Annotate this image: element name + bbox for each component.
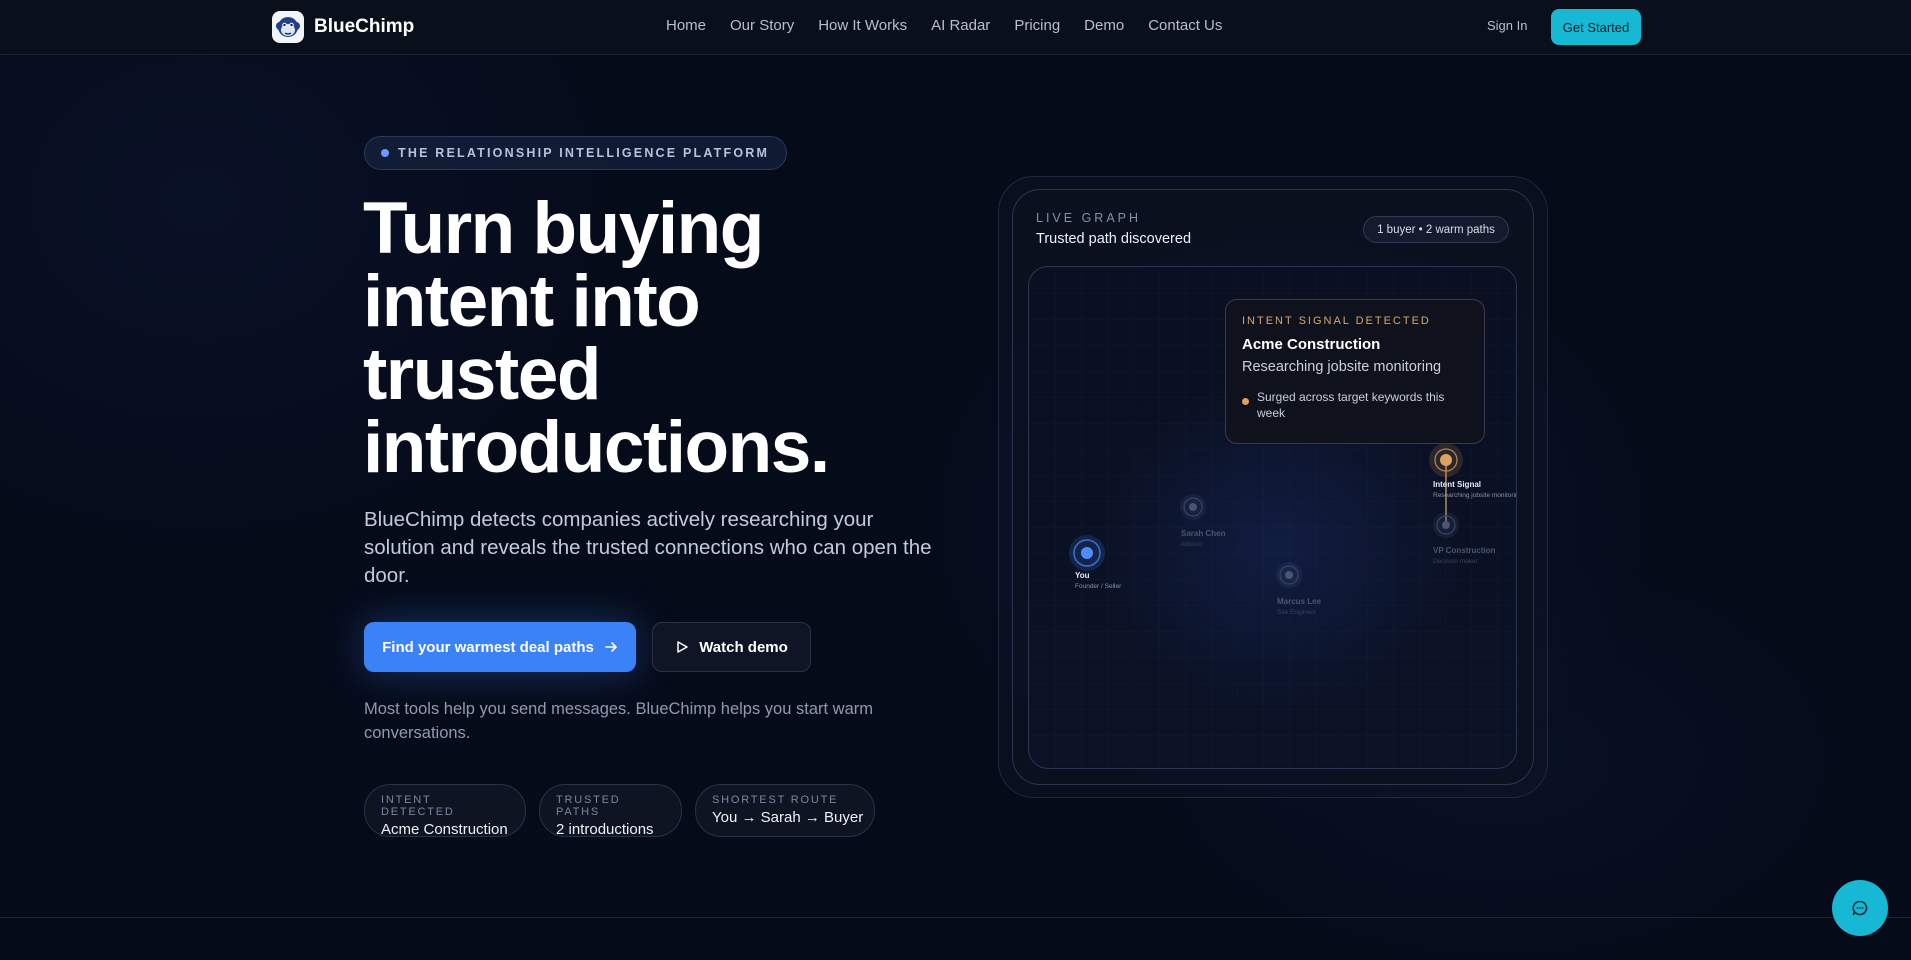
node-label-intent: Intent Signal xyxy=(1433,480,1481,489)
watch-demo-label: Watch demo xyxy=(699,638,788,656)
chat-bubble-icon xyxy=(1852,900,1868,916)
intent-description: Researching jobsite monitoring xyxy=(1242,359,1442,375)
play-icon xyxy=(677,641,688,653)
node-label-sarah: Sarah Chen xyxy=(1181,529,1226,538)
stat-chip-paths: TRUSTED PATHS 2 introductions xyxy=(539,784,682,838)
hero-tagline: Most tools help you send messages. BlueC… xyxy=(364,700,873,742)
sign-in-link[interactable]: Sign In xyxy=(1487,18,1527,33)
chip-label: TRUSTED PATHS xyxy=(556,794,621,818)
section-divider xyxy=(0,917,1911,918)
eyebrow-dot-icon xyxy=(381,149,389,157)
headline-line: introductions. xyxy=(363,407,830,488)
find-deal-paths-label: Find your warmest deal paths xyxy=(382,638,594,656)
eyebrow-text: THE RELATIONSHIP INTELLIGENCE PLATFORM xyxy=(398,146,770,160)
node-role-vp: Decision maker xyxy=(1433,558,1478,565)
intent-card-label: INTENT SIGNAL DETECTED xyxy=(1242,315,1431,327)
chip-label: INTENT DETECTED xyxy=(381,794,455,818)
chip-value: Acme Construction xyxy=(381,821,508,838)
node-label-marcus: Marcus Lee xyxy=(1277,597,1322,606)
nav-how-it-works[interactable]: How It Works xyxy=(818,17,907,34)
graph-summary-pill: 1 buyer • 2 warm paths xyxy=(1363,216,1509,243)
intent-note: Surged across target keywords this week xyxy=(1242,389,1468,421)
nav-our-story[interactable]: Our Story xyxy=(730,17,794,34)
nav-home[interactable]: Home xyxy=(666,17,706,34)
hero-subhead: BlueChimp detects companies actively res… xyxy=(364,508,932,587)
chip-value: You → Sarah → Buyer xyxy=(712,809,864,826)
chat-launcher-button[interactable] xyxy=(1832,880,1888,936)
stat-chip-route: SHORTEST ROUTE You → Sarah → Buyer xyxy=(695,784,875,837)
nav-pricing[interactable]: Pricing xyxy=(1014,17,1060,34)
node-role-you: Founder / Seller xyxy=(1075,583,1122,590)
brand-name: BlueChimp xyxy=(314,16,415,37)
graph-node-you[interactable] xyxy=(1069,535,1105,571)
intent-note-text: Surged across target keywords this week xyxy=(1257,390,1445,420)
graph-node-marcus[interactable] xyxy=(1276,562,1302,588)
node-label-vp: VP Construction xyxy=(1433,546,1496,555)
nav-ai-radar[interactable]: AI Radar xyxy=(931,17,990,34)
node-role-intent: Researching jobsite monitoring xyxy=(1433,492,1517,499)
graph-card-title: Trusted path discovered xyxy=(1036,231,1192,247)
background-glow xyxy=(0,0,1911,960)
chip-value: 2 introductions xyxy=(556,821,654,838)
node-label-you: You xyxy=(1075,571,1090,580)
intent-signal-card: INTENT SIGNAL DETECTED Acme Construction… xyxy=(1225,299,1485,444)
arrow-right-icon xyxy=(605,642,617,652)
node-role-sarah: Advisor xyxy=(1181,541,1203,548)
main-nav: Home Our Story How It Works AI Radar Pri… xyxy=(666,17,1246,34)
hero-eyebrow-badge: THE RELATIONSHIP INTELLIGENCE PLATFORM xyxy=(364,136,788,170)
headline-line: intent into xyxy=(363,261,701,342)
graph-node-vp[interactable] xyxy=(1433,512,1459,538)
nav-demo[interactable]: Demo xyxy=(1084,17,1124,34)
chip-label: SHORTEST ROUTE xyxy=(712,794,839,806)
chimp-face-icon xyxy=(272,11,304,43)
graph-node-intent[interactable] xyxy=(1429,443,1463,477)
get-started-button[interactable]: Get Started xyxy=(1551,9,1641,45)
top-navbar: BlueChimp Home Our Story How It Works AI… xyxy=(0,0,1911,55)
graph-card-label: LIVE GRAPH xyxy=(1036,211,1142,225)
nav-contact-us[interactable]: Contact Us xyxy=(1148,17,1222,34)
brand-logo[interactable]: BlueChimp xyxy=(272,11,414,43)
headline-line: Turn buying xyxy=(363,188,764,269)
node-role-marcus: Site Engineer xyxy=(1277,609,1317,616)
stat-chip-intent: INTENT DETECTED Acme Construction xyxy=(364,784,526,838)
headline-line: trusted xyxy=(363,334,601,415)
find-deal-paths-button[interactable]: Find your warmest deal paths xyxy=(364,622,636,672)
intent-dot-icon xyxy=(1242,398,1249,405)
intent-company: Acme Construction xyxy=(1242,336,1381,353)
watch-demo-button[interactable]: Watch demo xyxy=(652,622,811,672)
graph-node-sarah[interactable] xyxy=(1180,494,1206,520)
hero-headline: Turn buying intent into trusted introduc… xyxy=(363,192,923,484)
